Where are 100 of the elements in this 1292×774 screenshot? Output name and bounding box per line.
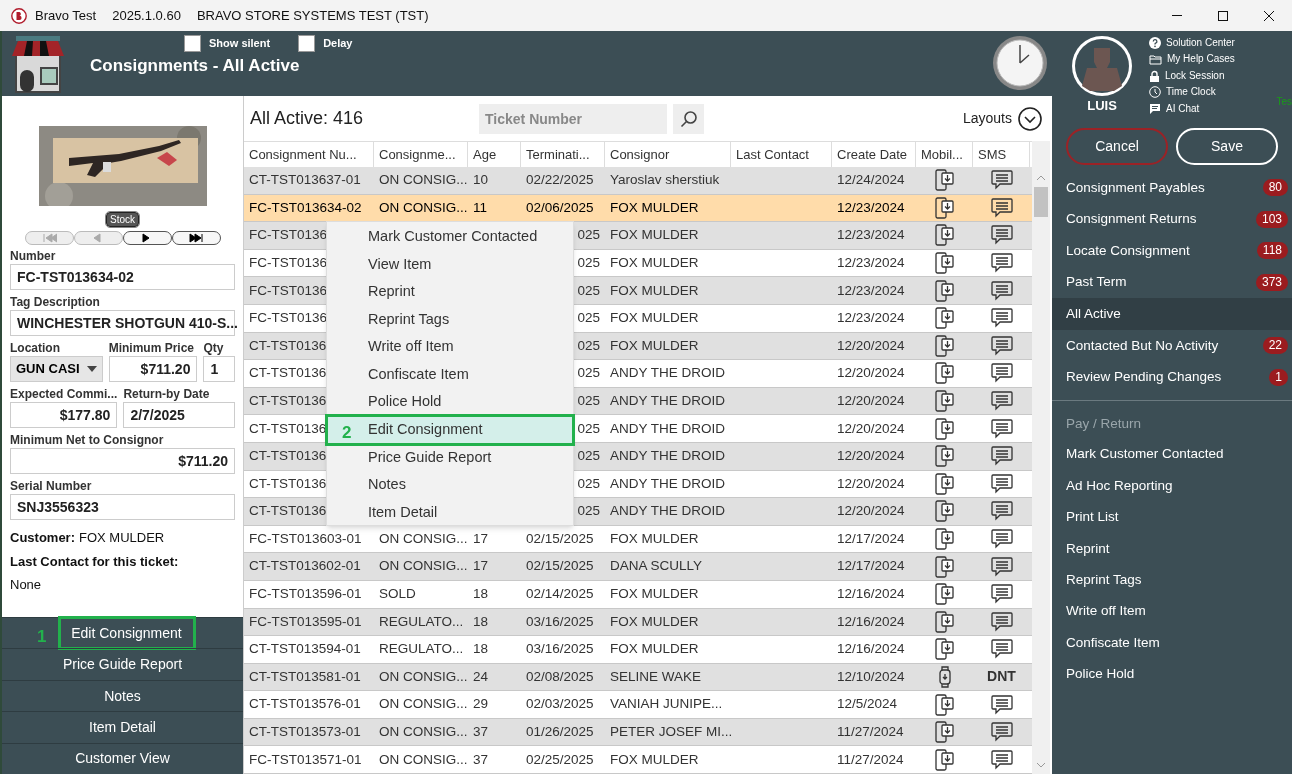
view-item[interactable]: Past Term 373	[1052, 266, 1292, 299]
table-cell-text: 11	[473, 198, 487, 217]
table-row[interactable]: FC-TST013571-01 ON CONSIG... 37 02/25/2025 FOX MULDER 11/27/2024	[244, 746, 1032, 774]
menu-link[interactable]: Reprint	[1052, 537, 1292, 559]
menu-item[interactable]: Notes	[327, 471, 573, 499]
message-icon	[990, 556, 1013, 577]
folder-icon	[1149, 54, 1162, 66]
nav-button[interactable]	[122, 231, 172, 245]
table-cell-text: CT-TST0136	[249, 419, 327, 438]
menu-item[interactable]: View Item	[327, 250, 573, 279]
help-link[interactable]: Solution Center	[1149, 36, 1235, 51]
help-link[interactable]: My Help Cases	[1149, 52, 1235, 67]
menu-link[interactable]: Print List	[1052, 506, 1292, 528]
scrollbar[interactable]	[1032, 141, 1050, 774]
commission-field[interactable]: $177.80	[10, 402, 118, 428]
message-icon	[990, 501, 1013, 522]
table-cell-text: 12/23/2024	[837, 281, 905, 300]
dropdown-arrow-icon	[86, 366, 97, 372]
lock-icon	[1149, 70, 1160, 82]
minimum-price-field[interactable]: $711.20	[108, 356, 198, 382]
table-cell-text: 12/24/2024	[837, 171, 905, 190]
message-icon	[990, 280, 1013, 301]
table-cell-text: ANDY THE DROID	[610, 364, 726, 383]
menu-link[interactable]: Confiscate Item	[1052, 631, 1292, 653]
menu-item[interactable]: Reprint Tags	[327, 305, 573, 334]
table-row[interactable]: FC-TST013595-01 REGULATO... 18 03/16/2025 FOX MULDER 12/16/2024	[244, 608, 1032, 637]
scroll-up-icon	[1036, 175, 1046, 181]
table-cell-text: 12/16/2024	[837, 585, 905, 604]
view-item[interactable]: Contacted But No Activity 22	[1052, 329, 1292, 362]
ticket-search-field[interactable]: Ticket Number	[479, 103, 668, 134]
table-cell-text: 12/23/2024	[837, 198, 905, 217]
quantity-field[interactable]: 1	[203, 356, 235, 382]
view-item[interactable]: Consignment Returns 103	[1052, 203, 1292, 236]
menu-item[interactable]: Item Detail	[327, 498, 573, 527]
table-cell-text: 02/15/2025	[526, 557, 594, 576]
view-item[interactable]: Locate Consignment 118	[1052, 235, 1292, 267]
table-cell-text: ANDY THE DROID	[610, 419, 726, 438]
menu-item[interactable]: Reprint	[327, 278, 573, 306]
table-row[interactable]: CT-TST013637-01 ON CONSIG... 10 02/22/2025 Yaroslav sherstiuk 12/24/2024	[244, 167, 1032, 195]
message-icon	[990, 253, 1013, 274]
menu-link[interactable]: Reprint Tags	[1052, 568, 1292, 590]
scroll-thumb[interactable]	[1034, 187, 1048, 217]
action-button[interactable]: Item Detail	[81, 712, 164, 743]
cancel-button[interactable]: Cancel	[1066, 128, 1168, 165]
help-link[interactable]: AI Chat	[1149, 101, 1235, 117]
table-row[interactable]: FC-TST013596-01 SOLD 18 02/14/2025 FOX MULDER 12/16/2024	[244, 580, 1032, 609]
table-cell-text: SELINE WAKE	[610, 667, 702, 686]
save-button[interactable]: Save	[1176, 128, 1278, 165]
table-row[interactable]: FC-TST013603-01 ON CONSIG... 17 02/15/2025 FOX MULDER 12/17/2024	[244, 525, 1032, 554]
menu-item[interactable]: Write off Item	[327, 333, 573, 361]
table-cell-text: 37	[473, 723, 489, 742]
menu-link[interactable]: Police Hold	[1052, 663, 1292, 685]
count-badge: 1	[1269, 368, 1288, 386]
menu-item[interactable]: Mark Customer Contacted	[327, 223, 573, 251]
action-button[interactable]: Notes	[96, 681, 149, 711]
table-cell-text: FC-TST0136	[249, 281, 328, 300]
menu-item[interactable]: Confiscate Item	[327, 360, 573, 389]
table-cell-text: FOX MULDER	[610, 750, 699, 769]
description-field[interactable]: WINCHESTER SHOTGUN 410-S...	[10, 310, 235, 336]
menu-item[interactable]: Price Guide Report	[327, 443, 573, 472]
location-dropdown[interactable]: GUN CASI	[10, 356, 103, 382]
menu-link[interactable]: Mark Customer Contacted	[1052, 443, 1292, 465]
menu-link[interactable]: Write off Item	[1052, 600, 1292, 622]
number-field[interactable]: FC-TST013634-02	[10, 264, 235, 290]
view-item[interactable]: Consignment Payables 80	[1052, 172, 1292, 204]
return-date-field[interactable]: 2/7/2025	[123, 402, 235, 428]
table-cell-text: ANDY THE DROID	[610, 502, 726, 521]
action-button[interactable]: Price Guide Report	[54, 649, 191, 680]
checkbox[interactable]	[298, 35, 316, 52]
layouts-button[interactable]: Layouts	[962, 106, 1042, 131]
table-cell-text: FC-TST013595-01	[249, 612, 362, 631]
serial-number-field[interactable]: SNJ3556323	[10, 494, 235, 520]
table-cell-text: CT-TST0136	[249, 447, 327, 466]
table-cell-text: ON CONSIG...	[379, 529, 468, 548]
table-row[interactable]: CT-TST013576-01 ON CONSIG... 29 02/03/2025 VANIAH JUNIPE... 12/5/2024	[244, 691, 1032, 719]
customer-name: FOX MULDER	[79, 529, 165, 547]
menu-item[interactable]: Police Hold	[327, 388, 573, 417]
search-button[interactable]	[673, 103, 705, 134]
nav-button[interactable]	[171, 231, 221, 245]
help-link[interactable]: Time Clock	[1149, 85, 1235, 100]
table-row[interactable]: CT-TST013573-01 ON CONSIG... 37 01/26/2025 PETER JOSEF MI... 11/27/2024	[244, 718, 1032, 747]
message-icon	[990, 446, 1013, 467]
message-icon	[990, 225, 1013, 246]
table-row[interactable]: CT-TST013581-01 ON CONSIG... 24 02/08/2025 SELINE WAKE 12/10/2024 DNT	[244, 663, 1032, 692]
table-cell-text: FOX MULDER	[610, 585, 699, 604]
action-button[interactable]: Edit Consignment	[59, 618, 194, 649]
menu-link[interactable]: Ad Hoc Reporting	[1052, 474, 1292, 496]
view-item[interactable]: Review Pending Changes 1	[1052, 361, 1292, 394]
table-row[interactable]: CT-TST013602-01 ON CONSIG... 17 02/15/2025 DANA SCULLY 12/17/2024	[244, 553, 1032, 581]
table-cell-text: ON CONSIG...	[379, 723, 468, 742]
table-cell-text: SOLD	[379, 585, 416, 604]
view-item[interactable]: All Active	[1052, 298, 1292, 330]
minimum-net-field[interactable]: $711.20	[10, 448, 235, 474]
help-link[interactable]: Lock Session	[1149, 68, 1235, 84]
stock-button[interactable]: Stock	[106, 212, 139, 227]
table-row[interactable]: FC-TST013634-02 ON CONSIG... 11 02/06/2025 FOX MULDER 12/23/2024	[244, 194, 1032, 223]
checkbox[interactable]	[184, 35, 201, 52]
table-row[interactable]: CT-TST013594-01 REGULATO... 18 03/16/2025 FOX MULDER 12/16/2024	[244, 636, 1032, 664]
action-button[interactable]: Customer View	[67, 743, 178, 774]
callout-number: 1	[37, 626, 47, 649]
